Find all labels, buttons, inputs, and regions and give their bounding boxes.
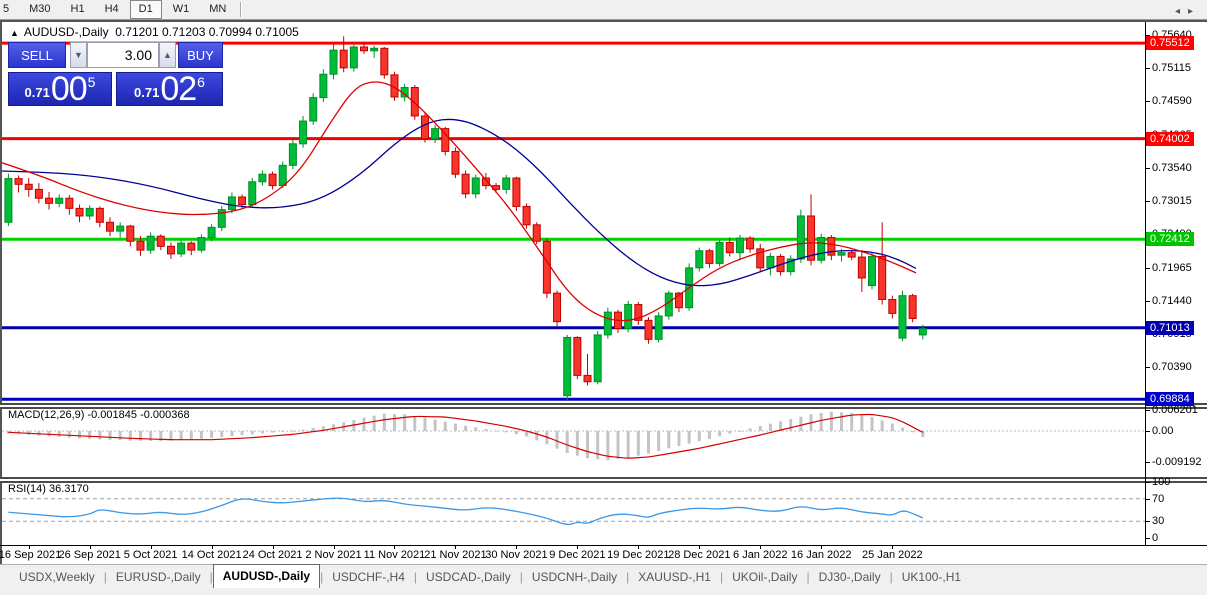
collapse-panel-icon[interactable]: ▲	[10, 28, 19, 38]
volume-increase-button[interactable]: ▲	[159, 42, 176, 68]
symbol-tab-dj30[interactable]: DJ30-,Daily	[810, 567, 890, 588]
symbol-tab-xauusd[interactable]: XAUUSD-,H1	[629, 567, 720, 588]
symbol-tab-usdcnh[interactable]: USDCNH-,Daily	[523, 567, 626, 588]
pane-separator-rsi[interactable]	[0, 477, 1207, 483]
symbol-tab-usdx[interactable]: USDX,Weekly	[10, 567, 104, 588]
timeframe-button-d1[interactable]: D1	[129, 0, 162, 19]
volume-input[interactable]: 3.00	[87, 42, 159, 68]
timeframe-button-h4[interactable]: H4	[96, 0, 128, 19]
price-tick-mark	[1145, 101, 1150, 103]
date-label: 5 Oct 2021	[123, 549, 178, 561]
timeframe-button-w1[interactable]: W1	[164, 0, 199, 19]
symbol-title: AUDUSD-,Daily	[23, 25, 109, 39]
toolbar-separator	[240, 2, 243, 17]
time-axis-line	[0, 545, 1207, 546]
price-tick-label: 0.73015	[1152, 195, 1192, 208]
date-label: 16 Sep 2021	[0, 549, 62, 561]
price-tick-label: 0.71965	[1152, 261, 1192, 274]
buy-price-pip: 6	[197, 74, 205, 90]
macd-label: MACD(12,26,9) -0.001845 -0.000368	[8, 409, 190, 421]
macd-tick-label: 0.00	[1152, 425, 1174, 437]
price-tick-label: 0.75115	[1152, 62, 1191, 75]
date-label: 2 Nov 2021	[305, 549, 362, 561]
macd-tick-mark	[1145, 410, 1150, 412]
rsi-tick-mark	[1145, 482, 1150, 483]
price-tick-label: 0.71440	[1152, 294, 1192, 307]
macd-tick-mark	[1145, 461, 1150, 463]
tab-scroll-left-icon[interactable]: ◂	[1175, 6, 1188, 17]
rsi-tick-label: 0	[1152, 532, 1159, 544]
rsi-tick-mark	[1145, 538, 1150, 539]
price-tick-label: 0.74590	[1152, 95, 1192, 108]
date-label: 26 Sep 2021	[58, 549, 121, 561]
sell-button[interactable]: SELL	[8, 42, 66, 68]
chart-ohlc-title: ▲ AUDUSD-,Daily 0.71201 0.71203 0.70994 0…	[10, 25, 299, 39]
symbol-tab-ukoil[interactable]: UKOil-,Daily	[723, 567, 806, 588]
mt4-terminal: 5 M30 H1 H4 D1 W1 MN ▲ AUDUSD-,Daily 0.71201 0.…	[0, 0, 1207, 595]
rsi-label: RSI(14) 36.3170	[8, 483, 89, 495]
price-tick-mark	[1145, 167, 1150, 169]
rsi-tick-label: 70	[1152, 492, 1165, 505]
buy-price-prefix: 0.71	[134, 85, 160, 100]
date-label: 30 Nov 2021	[485, 549, 548, 561]
price-tick-mark	[1145, 267, 1150, 269]
macd-tick-label: 0.006201	[1152, 404, 1198, 417]
price-tick-mark	[1145, 300, 1150, 302]
price-tick-mark	[1145, 201, 1150, 203]
symbol-tab-usdchf[interactable]: USDCHF-,H4	[323, 567, 414, 588]
timeframe-toolbar: 5 M30 H1 H4 D1 W1 MN	[0, 0, 1207, 20]
symbol-tab-uk100[interactable]: UK100-,H1	[893, 567, 970, 588]
price-level-badge: 0.72412	[1146, 232, 1194, 247]
date-label: 25 Jan 2022	[862, 549, 923, 561]
price-tick-mark	[1145, 68, 1150, 70]
date-label: 28 Dec 2021	[668, 549, 731, 561]
date-label: 19 Dec 2021	[607, 549, 670, 561]
timeframe-button-5[interactable]: 5	[0, 0, 18, 19]
rsi-tick-mark	[1145, 521, 1150, 523]
date-label: 14 Oct 2021	[181, 549, 242, 561]
tab-scroll-arrows: ◂▸	[1175, 6, 1201, 17]
date-label: 6 Jan 2022	[733, 549, 788, 561]
sell-price-big: 00	[50, 70, 88, 108]
sell-price-box[interactable]: 0.71 00 5	[8, 72, 112, 106]
buy-price-big: 02	[160, 70, 197, 108]
rsi-tick-label: 100	[1152, 476, 1171, 488]
rsi-tick-label: 30	[1152, 515, 1165, 528]
one-click-trading-panel: SELL ▼ 3.00 ▲ BUY 0.71 00 5 0.71 02 6	[8, 42, 223, 106]
rsi-indicator-pane[interactable]	[2, 481, 1145, 545]
date-label: 21 Nov 2021	[424, 549, 487, 561]
timeframe-button-h1[interactable]: H1	[62, 0, 94, 19]
date-label: 11 Nov 2021	[363, 549, 426, 561]
symbol-tab-audusd[interactable]: AUDUSD-,Daily	[212, 564, 321, 588]
status-strip	[0, 588, 1207, 595]
macd-tick-label: -0.009192	[1152, 455, 1202, 468]
symbol-tab-usdcad[interactable]: USDCAD-,Daily	[417, 567, 520, 588]
sell-price-prefix: 0.71	[24, 85, 50, 100]
rsi-tick-mark	[1145, 498, 1150, 500]
price-level-badge: 0.75512	[1146, 36, 1194, 51]
volume-decrease-button[interactable]: ▼	[70, 42, 87, 68]
buy-price-box[interactable]: 0.71 02 6	[116, 72, 223, 106]
timeframe-button-mn[interactable]: MN	[200, 0, 235, 19]
timeframe-button-m30[interactable]: M30	[20, 0, 59, 19]
date-label: 16 Jan 2022	[790, 549, 852, 561]
ohlc-values: 0.71201 0.71203 0.70994 0.71005	[115, 25, 299, 39]
sell-price-pip: 5	[87, 74, 96, 90]
price-level-badge: 0.71013	[1146, 320, 1194, 335]
price-tick-mark	[1145, 367, 1150, 369]
price-level-badge: 0.74002	[1146, 131, 1194, 146]
price-tick-label: 0.73540	[1152, 161, 1192, 174]
date-label: 24 Oct 2021	[242, 549, 303, 561]
symbol-tab-eurusd[interactable]: EURUSD-,Daily	[107, 567, 210, 588]
buy-button[interactable]: BUY	[178, 42, 223, 68]
symbol-tab-bar: USDX,Weekly | EURUSD-,Daily | AUDUSD-,Daily |…	[0, 564, 1207, 588]
macd-tick-mark	[1145, 431, 1150, 432]
tab-scroll-right-icon[interactable]: ▸	[1188, 6, 1201, 17]
price-tick-label: 0.70390	[1152, 361, 1192, 374]
date-label: 9 Dec 2021	[549, 549, 606, 561]
